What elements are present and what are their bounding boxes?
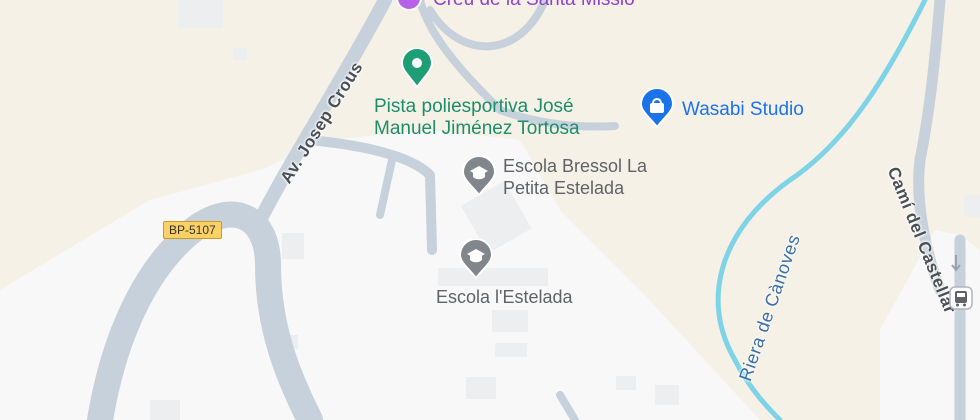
- poi-label-bressol-line1[interactable]: Escola Bressol La: [503, 156, 647, 177]
- top-poi-pin-icon[interactable]: [392, 0, 426, 21]
- bus-stop-icon[interactable]: [949, 286, 973, 315]
- school-pin-icon[interactable]: [457, 238, 495, 284]
- poi-label-wasabi[interactable]: Wasabi Studio: [682, 99, 804, 121]
- map-canvas[interactable]: Creu de la Santa Missio Pista poliesport…: [0, 0, 980, 420]
- poi-label-top[interactable]: Creu de la Santa Missio: [433, 0, 635, 11]
- school-pin-icon[interactable]: [460, 155, 498, 201]
- one-way-arrow-icon: [950, 253, 962, 278]
- road-shield-bp5107: BP-5107: [163, 221, 222, 239]
- map-base-layer: [0, 0, 980, 420]
- poi-label-pista-line1[interactable]: Pista poliesportiva José: [374, 96, 574, 118]
- sports-pin-icon[interactable]: [399, 47, 435, 93]
- poi-label-bressol-line2[interactable]: Petita Estelada: [503, 178, 624, 199]
- poi-label-pista-line2[interactable]: Manuel Jiménez Tortosa: [374, 118, 580, 140]
- poi-label-estelada[interactable]: Escola l'Estelada: [436, 287, 573, 308]
- shopping-bag-pin-icon[interactable]: [638, 87, 676, 133]
